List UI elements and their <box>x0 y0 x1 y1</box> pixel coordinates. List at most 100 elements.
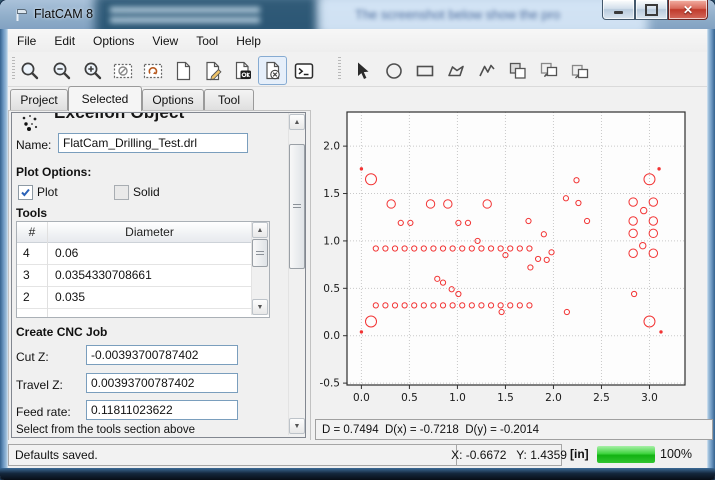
shell-button[interactable] <box>289 56 318 85</box>
cutz-label: Cut Z: <box>16 350 49 364</box>
travelz-input[interactable] <box>86 373 238 393</box>
plot-canvas[interactable]: 0.00.51.01.52.02.53.0-0.50.00.51.01.52.0 <box>314 104 707 417</box>
polygon-shape-icon <box>445 60 467 82</box>
tab-options-label: Options <box>152 93 193 107</box>
tool-diameter: 0.06 <box>47 246 78 260</box>
cancel-file-icon <box>262 60 284 82</box>
replot-icon <box>112 60 134 82</box>
clear-plot-button[interactable] <box>138 56 167 85</box>
col-diameter-header[interactable]: Diameter <box>48 222 251 242</box>
menu-help[interactable]: Help <box>227 30 270 52</box>
toolbar-grip-right[interactable] <box>338 57 341 81</box>
progress-bar-fill <box>597 446 655 463</box>
mouse-coordinates: X: -0.6672 Y: 1.4359 <box>456 444 562 466</box>
units-label: [in] <box>570 447 589 461</box>
app-icon <box>13 6 30 23</box>
menu-view[interactable]: View <box>143 30 187 52</box>
tab-selected[interactable]: Selected <box>68 86 142 111</box>
copy-objects-button[interactable] <box>503 56 532 85</box>
plot-checkbox-label: Plot <box>37 185 58 199</box>
tool-number: 4 <box>17 246 47 260</box>
col-number-header[interactable]: # <box>17 222 48 242</box>
draw-rectangle-button[interactable] <box>410 56 439 85</box>
copy-objects-icon <box>507 60 529 82</box>
table-scrollbar-thumb[interactable] <box>252 239 268 267</box>
name-input[interactable] <box>58 133 248 153</box>
panel-scrollbar[interactable]: ▲ ▼ <box>288 113 306 435</box>
polyline-shape-icon <box>476 60 498 82</box>
scroll-up-icon[interactable]: ▲ <box>289 114 305 130</box>
draw-polygon-button[interactable] <box>441 56 470 85</box>
tools-table-header: # Diameter <box>17 222 251 243</box>
move-objects-button[interactable] <box>565 56 594 85</box>
maximize-button[interactable] <box>635 0 668 20</box>
measurement-status: D = 0.7494 D(x) = -0.7218 D(y) = -0.2014 <box>315 419 713 440</box>
move-objects-icon <box>569 60 591 82</box>
cancel-edit-button[interactable] <box>258 56 287 85</box>
cutz-input[interactable] <box>86 345 238 365</box>
minimize-button[interactable] <box>602 0 635 20</box>
plot-checkbox[interactable] <box>18 185 33 200</box>
minimize-icon <box>614 11 623 14</box>
replot-button[interactable] <box>108 56 137 85</box>
menu-edit[interactable]: Edit <box>45 30 84 52</box>
object-scroll-area: Excellon Object Name: Plot Options: Plot… <box>11 112 306 438</box>
tab-project[interactable]: Project <box>10 89 68 110</box>
check-icon <box>20 187 31 198</box>
zoom-out-button[interactable] <box>47 56 76 85</box>
tools-table: # Diameter 4 0.06 3 0.0354330708661 2 0.… <box>16 221 270 318</box>
titlebar-blurred-lines <box>110 3 260 23</box>
solid-checkbox-label: Solid <box>133 185 160 199</box>
scroll-up-icon[interactable]: ▲ <box>252 222 268 238</box>
edit-geometry-button[interactable] <box>198 56 227 85</box>
selected-tab-pane: Excellon Object Name: Plot Options: Plot… <box>8 110 311 442</box>
new-project-button[interactable] <box>168 56 197 85</box>
close-button[interactable]: ✕ <box>668 0 708 20</box>
tab-tool[interactable]: Tool <box>204 89 254 110</box>
clear-plot-icon <box>142 60 164 82</box>
svg-text:2.0: 2.0 <box>545 392 562 404</box>
plot-options-label: Plot Options: <box>16 165 91 179</box>
zoom-in-button[interactable] <box>78 56 107 85</box>
tab-tool-label: Tool <box>218 93 240 107</box>
menu-options[interactable]: Options <box>84 30 143 52</box>
save-edit-button[interactable] <box>228 56 257 85</box>
tab-project-label: Project <box>20 93 57 107</box>
table-row[interactable]: 2 0.035 <box>17 286 251 309</box>
titlebar-background-text: The screenshot below show the pro <box>355 7 560 22</box>
maximize-icon <box>645 4 658 16</box>
object-heading-clip: Excellon Object <box>54 113 264 124</box>
menubar: File Edit Options View Tool Help <box>8 29 707 53</box>
solid-checkbox[interactable] <box>114 185 129 200</box>
titlebar[interactable]: The screenshot below show the pro FlatCA… <box>0 0 715 29</box>
feedrate-label: Feed rate: <box>16 405 71 419</box>
tab-options[interactable]: Options <box>142 89 204 110</box>
scroll-down-icon[interactable]: ▼ <box>252 299 268 315</box>
draw-circle-button[interactable] <box>379 56 408 85</box>
table-row[interactable]: 3 0.0354330708661 <box>17 264 251 287</box>
scroll-down-icon[interactable]: ▼ <box>289 418 305 434</box>
travelz-label: Travel Z: <box>16 378 63 392</box>
svg-text:1.0: 1.0 <box>449 392 466 404</box>
copy-geometry-button[interactable] <box>534 56 563 85</box>
draw-path-button[interactable] <box>472 56 501 85</box>
panel-scrollbar-thumb[interactable] <box>289 144 305 269</box>
ok-file-icon <box>232 60 254 82</box>
plot-panel: 0.00.51.01.52.02.53.0-0.50.00.51.01.52.0 <box>314 104 707 417</box>
close-icon: ✕ <box>683 3 693 17</box>
zoom-fit-button[interactable] <box>15 56 44 85</box>
feedrate-input[interactable] <box>86 400 238 420</box>
progress-percent: 100% <box>660 447 692 461</box>
table-scrollbar[interactable]: ▲ ▼ <box>251 222 269 315</box>
table-row[interactable]: 4 0.06 <box>17 242 251 265</box>
svg-text:-0.5: -0.5 <box>320 378 341 390</box>
menu-tool[interactable]: Tool <box>187 30 227 52</box>
tool-diameter: 0.035 <box>47 290 85 304</box>
excellon-object-icon <box>19 113 45 133</box>
select-tool-button[interactable] <box>348 56 377 85</box>
svg-text:1.5: 1.5 <box>497 392 514 404</box>
table-column-separator <box>47 222 48 317</box>
statusbar: Defaults saved. X: -0.6672 Y: 1.4359 [in… <box>8 440 707 468</box>
menu-file[interactable]: File <box>8 30 45 52</box>
cnc-section-label: Create CNC Job <box>16 325 107 339</box>
